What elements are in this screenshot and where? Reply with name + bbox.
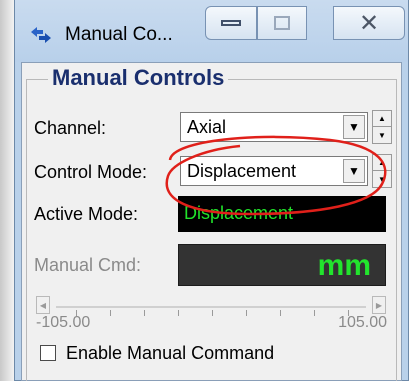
group-title: Manual Controls [48,65,229,91]
control-mode-spinner[interactable]: ▲ ▼ [372,154,392,188]
manual-cmd-label: Manual Cmd: [34,255,142,275]
active-mode-value: Displacement [184,203,294,223]
slider-max-label: 105.00 [338,314,387,331]
spin-up-icon[interactable]: ▲ [373,155,391,171]
control-mode-select[interactable]: Displacement ▼ [180,156,368,186]
channel-value: Axial [187,117,227,137]
close-button[interactable]: ✕ [333,6,405,40]
slider-tick [280,310,281,316]
slider-tick [144,310,145,316]
chevron-right-icon[interactable]: ▶ [372,296,386,314]
maximize-button [257,6,307,40]
enable-manual-command-label: Enable Manual Command [66,343,275,363]
slider-track-line [56,306,366,308]
minimize-icon [221,20,241,26]
control-mode-value: Displacement [187,161,297,181]
close-icon: ✕ [358,9,380,37]
arrows-icon [31,27,51,43]
active-mode-display: Displacement [178,196,386,232]
maximize-icon [274,16,290,30]
chevron-down-icon[interactable]: ▼ [343,115,365,139]
slider-tick [314,310,315,316]
spin-up-icon[interactable]: ▲ [373,111,391,127]
window-title: Manual Co... [65,24,173,45]
control-mode-label: Control Mode: [34,162,148,182]
slider-min-label: -105.00 [36,314,91,331]
channel-spinner[interactable]: ▲ ▼ [372,110,392,144]
manual-cmd-unit: mm [317,249,371,282]
spin-down-icon[interactable]: ▼ [373,127,391,143]
slider-tick [212,310,213,316]
chevron-left-icon[interactable]: ◀ [36,296,50,314]
enable-manual-command-checkbox[interactable] [40,345,56,361]
chevron-down-icon[interactable]: ▼ [343,159,365,183]
channel-label: Channel: [34,118,107,138]
slider-tick [246,310,247,316]
slider-tick [178,310,179,316]
manual-cmd-display: mm [178,244,386,286]
minimize-button[interactable] [205,6,257,40]
manual-cmd-slider[interactable]: ◀ ▶ [36,296,386,316]
active-mode-label: Active Mode: [34,204,139,224]
slider-tick [110,310,111,316]
channel-select[interactable]: Axial ▼ [180,112,368,142]
spin-down-icon[interactable]: ▼ [373,171,391,187]
title-bar[interactable]: Manual Co... ✕ [15,0,408,62]
